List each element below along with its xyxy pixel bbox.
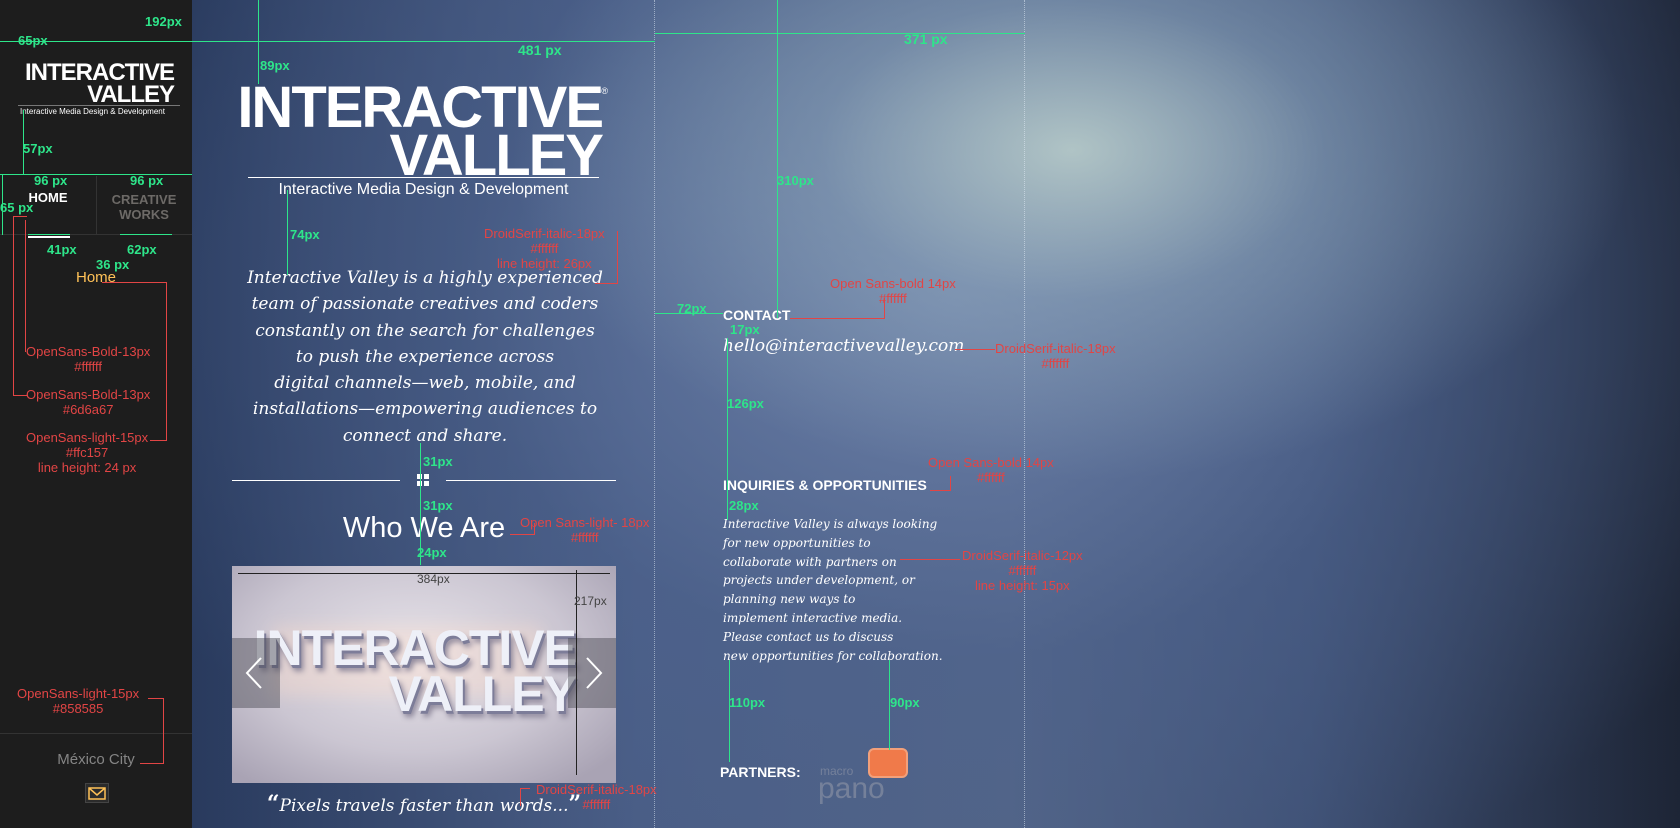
annotation-label: 217px xyxy=(574,594,607,608)
annotation-label: 24px xyxy=(417,545,447,560)
main-logo-tagline: Interactive Media Design & Development xyxy=(278,181,569,198)
inquiries-line: Please contact us to discuss xyxy=(723,629,894,644)
inquiries-line: new opportunities for collaboration. xyxy=(723,648,943,663)
slider-text-line1: INTERACTIVE xyxy=(253,620,577,676)
annotation-label: 31px xyxy=(423,498,453,513)
intro-line: team of passionate creatives and coders xyxy=(251,294,599,315)
nav-active-indicator xyxy=(28,236,70,238)
annotation-label: 384px xyxy=(417,572,450,586)
spec-annotation: OpenSans-light-15px #ffc157 line height:… xyxy=(26,430,149,475)
annotation-label: 28px xyxy=(729,498,759,513)
spec-annotation: DroidSerif-italic-12px #ffffff line heig… xyxy=(962,548,1083,593)
annotation-label: 192px xyxy=(145,14,182,29)
contact-heading: CONTACT xyxy=(723,307,791,323)
annotation-label: 62px xyxy=(127,242,157,257)
annotation-label: 65px xyxy=(18,33,48,48)
intro-line: installations—empowering audiences to xyxy=(252,399,598,420)
chevron-left-icon xyxy=(245,657,262,689)
annotation-label: 96 px xyxy=(34,173,68,188)
slider-text-line2: VALLEY xyxy=(388,666,577,722)
annotation-label: 481 px xyxy=(518,42,562,58)
inquiries-line: collaborate with partners on xyxy=(723,554,897,569)
envelope-icon[interactable] xyxy=(85,783,109,803)
intro-paragraph: Interactive Valley is a highly experienc… xyxy=(245,265,605,449)
annotation-label: 17px xyxy=(730,322,760,337)
annotation-label: 65 px xyxy=(0,200,34,215)
partner-logo-big-text: pano xyxy=(818,772,885,805)
annotation-label: 31px xyxy=(423,454,453,469)
spec-annotation: OpenSans-Bold-13px #ffffff xyxy=(26,344,151,374)
inquiries-line: planning new ways to xyxy=(723,592,856,607)
sidebar-logo-line2: VALLEY xyxy=(87,81,175,108)
divider-left xyxy=(232,480,400,481)
spec-annotation: OpenSans-light-15px #858585 xyxy=(17,686,140,716)
ornament-icon xyxy=(416,473,430,487)
inquiries-paragraph: Interactive Valley is always looking for… xyxy=(723,515,943,665)
annotation-label: 371 px xyxy=(904,31,948,47)
intro-line: digital channels—web, mobile, and xyxy=(274,373,576,394)
partner-logo-macropano[interactable]: macro pano xyxy=(818,748,910,806)
column-guide-right xyxy=(1024,0,1025,828)
partners-heading: PARTNERS: xyxy=(720,764,801,780)
slider-prev-button[interactable] xyxy=(232,638,280,708)
intro-line: to push the experience across xyxy=(295,346,555,367)
quote-text: Pixels travels faster than words... xyxy=(279,796,569,816)
annotation-label: 110px xyxy=(729,695,766,710)
spec-annotation: Open Sans-bold 14px #ffffff xyxy=(928,455,1054,485)
inquiries-line: projects under development, or xyxy=(723,573,915,588)
image-slider[interactable]: INTERACTIVE VALLEY xyxy=(232,566,616,783)
sidebar-logo-tagline: Interactive Media Design & Development xyxy=(20,107,165,116)
intro-line: connect and share. xyxy=(342,425,508,446)
spec-annotation: DroidSerif-italic-18px #ffffff xyxy=(536,782,657,812)
annotation-label: 89px xyxy=(260,58,290,73)
annotation-label: 96 px xyxy=(130,173,164,188)
annotation-label: 36 px xyxy=(96,257,130,272)
quote-open-mark: “ xyxy=(266,791,280,817)
annotation-label: 57px xyxy=(23,141,53,156)
annotation-label: 90px xyxy=(890,695,920,710)
registered-mark: ® xyxy=(601,86,608,96)
annotation-label: 126px xyxy=(727,396,764,411)
inquiries-line: Interactive Valley is always looking xyxy=(723,517,938,531)
column-guide-left xyxy=(654,0,655,828)
divider-right xyxy=(446,480,616,481)
intro-line: constantly on the search for challenges xyxy=(255,320,595,341)
contact-email-link[interactable]: hello@interactivevalley.com xyxy=(723,336,964,356)
spec-annotation: DroidSerif-italic-18px #ffffff xyxy=(995,341,1116,371)
spec-annotation: OpenSans-Bold-13px #6d6a67 xyxy=(26,387,151,417)
main-logo-line2: VALLEY xyxy=(389,123,604,188)
spec-annotation: DroidSerif-italic-18px #ffffff line heig… xyxy=(484,226,605,271)
annotation-label: 74px xyxy=(290,227,320,242)
spec-annotation: Open Sans-light- 18px #ffffff xyxy=(520,515,650,545)
annotation-label: 41px xyxy=(47,242,77,257)
inquiries-line: implement interactive media. xyxy=(723,610,903,625)
inquiries-heading: INQUIRIES & OPPORTUNITIES xyxy=(723,477,927,493)
spec-annotation: Open Sans-bold 14px #ffffff xyxy=(830,276,956,306)
annotation-label: 310px xyxy=(777,173,814,188)
nav-creative-works[interactable]: CREATIVE WORKS xyxy=(96,192,192,222)
annotation-label: 72px xyxy=(677,301,707,316)
inquiries-line: for new opportunities to xyxy=(723,535,871,550)
